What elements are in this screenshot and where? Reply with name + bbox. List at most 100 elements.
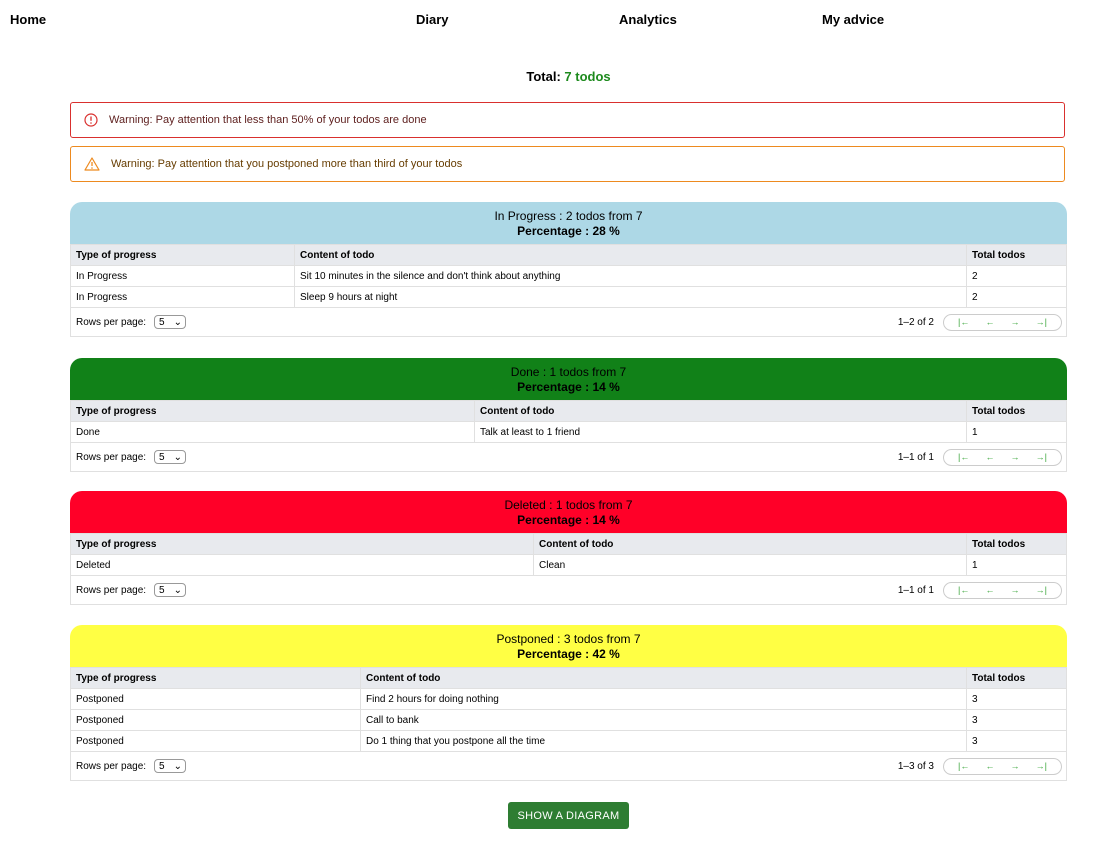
column-header-content[interactable]: Content of todo <box>533 533 967 555</box>
nav-home[interactable]: Home <box>10 12 46 27</box>
cell-total: 2 <box>966 265 1067 287</box>
table-row[interactable]: Postponed Do 1 thing that you postpone a… <box>70 730 1067 752</box>
cell-type: Postponed <box>70 730 361 752</box>
column-header-total[interactable]: Total todos <box>966 667 1067 689</box>
cell-total: 3 <box>966 709 1067 731</box>
pagination-controls: |← ← → →| <box>943 448 1062 466</box>
warning-alert: Warning: Pay attention that you postpone… <box>70 146 1065 182</box>
rows-per-page-value: 5 <box>159 760 165 772</box>
column-header-content[interactable]: Content of todo <box>294 244 967 266</box>
rows-per-page-select[interactable]: 5 ⌄ <box>154 450 187 464</box>
cell-content: Clean <box>533 554 967 576</box>
prev-page-icon[interactable]: ← <box>985 585 994 595</box>
last-page-icon[interactable]: →| <box>1036 452 1047 462</box>
cell-type: Deleted <box>70 554 534 576</box>
error-alert-text: Warning: Pay attention that less than 50… <box>109 114 427 126</box>
pagination-range: 1–1 of 1 <box>897 584 934 596</box>
first-page-icon[interactable]: |← <box>958 585 969 595</box>
pagination-range: 1–1 of 1 <box>897 451 934 463</box>
total-count: 7 todos <box>564 69 611 84</box>
rows-per-page-label: Rows per page: <box>76 451 147 463</box>
nav-diary[interactable]: Diary <box>416 12 449 27</box>
show-diagram-button[interactable]: SHOW A DIAGRAM <box>508 802 629 829</box>
cell-total: 1 <box>966 421 1067 443</box>
rows-per-page-value: 5 <box>159 316 165 328</box>
pagination-range: 1–2 of 2 <box>897 316 934 328</box>
error-outline-icon <box>84 113 98 127</box>
cell-type: Postponed <box>70 709 361 731</box>
table-row[interactable]: Postponed Call to bank 3 <box>70 709 1067 731</box>
rows-per-page-select[interactable]: 5 ⌄ <box>154 759 187 773</box>
prev-page-icon[interactable]: ← <box>985 761 994 771</box>
table-row[interactable]: In Progress Sleep 9 hours at night 2 <box>70 286 1067 308</box>
prev-page-icon[interactable]: ← <box>985 317 994 327</box>
group-percentage: Percentage : 42 % <box>517 647 620 661</box>
first-page-icon[interactable]: |← <box>958 452 969 462</box>
group-title: Deleted : 1 todos from 7 <box>504 498 633 512</box>
error-alert: Warning: Pay attention that less than 50… <box>70 102 1065 138</box>
nav-analytics[interactable]: Analytics <box>619 12 677 27</box>
cell-type: Postponed <box>70 688 361 710</box>
last-page-icon[interactable]: →| <box>1036 317 1047 327</box>
column-header-content[interactable]: Content of todo <box>474 400 967 422</box>
cell-content: Talk at least to 1 friend <box>474 421 967 443</box>
column-header-type[interactable]: Type of progress <box>70 244 295 266</box>
column-header-content[interactable]: Content of todo <box>360 667 967 689</box>
column-header-type[interactable]: Type of progress <box>70 533 534 555</box>
prev-page-icon[interactable]: ← <box>985 452 994 462</box>
group-title: Done : 1 todos from 7 <box>510 365 627 379</box>
group-table: Type of progress Content of todo Total t… <box>70 533 1067 576</box>
group-header: Done : 1 todos from 7 Percentage : 14 % <box>70 358 1067 400</box>
top-nav: Home Diary Analytics My advice <box>0 0 1099 40</box>
total-label: Total: <box>526 69 561 84</box>
cell-total: 3 <box>966 730 1067 752</box>
rows-per-page-label: Rows per page: <box>76 584 147 596</box>
rows-per-page-label: Rows per page: <box>76 316 147 328</box>
next-page-icon[interactable]: → <box>1011 452 1020 462</box>
group-percentage: Percentage : 14 % <box>517 513 620 527</box>
table-row[interactable]: Postponed Find 2 hours for doing nothing… <box>70 688 1067 710</box>
nav-my-advice[interactable]: My advice <box>822 12 884 27</box>
cell-content: Call to bank <box>360 709 967 731</box>
group-table: Type of progress Content of todo Total t… <box>70 667 1067 752</box>
next-page-icon[interactable]: → <box>1011 761 1020 771</box>
cell-content: Sit 10 minutes in the silence and don't … <box>294 265 967 287</box>
next-page-icon[interactable]: → <box>1011 585 1020 595</box>
table-row[interactable]: Done Talk at least to 1 friend 1 <box>70 421 1067 443</box>
group-card-done: Done : 1 todos from 7 Percentage : 14 % … <box>70 358 1067 472</box>
cell-type: Done <box>70 421 475 443</box>
cell-type: In Progress <box>70 286 295 308</box>
group-percentage: Percentage : 28 % <box>517 224 620 238</box>
table-row[interactable]: Deleted Clean 1 <box>70 554 1067 576</box>
chevron-down-icon: ⌄ <box>173 760 183 772</box>
pagination-controls: |← ← → →| <box>943 313 1062 331</box>
column-header-type[interactable]: Type of progress <box>70 667 361 689</box>
chevron-down-icon: ⌄ <box>173 584 183 596</box>
last-page-icon[interactable]: →| <box>1036 761 1047 771</box>
table-row[interactable]: In Progress Sit 10 minutes in the silenc… <box>70 265 1067 287</box>
column-header-total[interactable]: Total todos <box>966 533 1067 555</box>
first-page-icon[interactable]: |← <box>958 761 969 771</box>
rows-per-page-select[interactable]: 5 ⌄ <box>154 583 187 597</box>
column-header-total[interactable]: Total todos <box>966 400 1067 422</box>
rows-per-page-label: Rows per page: <box>76 760 147 772</box>
rows-per-page-select[interactable]: 5 ⌄ <box>154 315 187 329</box>
column-header-type[interactable]: Type of progress <box>70 400 475 422</box>
group-table: Type of progress Content of todo Total t… <box>70 244 1067 308</box>
chevron-down-icon: ⌄ <box>173 451 183 463</box>
group-header: Postponed : 3 todos from 7 Percentage : … <box>70 625 1067 667</box>
total-summary: Total: 7 todos <box>0 69 1099 84</box>
pagination-range: 1–3 of 3 <box>897 760 934 772</box>
pagination-controls: |← ← → →| <box>943 581 1062 599</box>
rows-per-page-value: 5 <box>159 451 165 463</box>
warning-alert-text: Warning: Pay attention that you postpone… <box>111 158 463 170</box>
group-percentage: Percentage : 14 % <box>517 380 620 394</box>
next-page-icon[interactable]: → <box>1011 317 1020 327</box>
last-page-icon[interactable]: →| <box>1036 585 1047 595</box>
group-table: Type of progress Content of todo Total t… <box>70 400 1067 443</box>
cell-content: Find 2 hours for doing nothing <box>360 688 967 710</box>
first-page-icon[interactable]: |← <box>958 317 969 327</box>
column-header-total[interactable]: Total todos <box>966 244 1067 266</box>
cell-total: 2 <box>966 286 1067 308</box>
table-footer: Rows per page: 5 ⌄ 1–1 of 1 |← ← → →| <box>70 576 1067 605</box>
